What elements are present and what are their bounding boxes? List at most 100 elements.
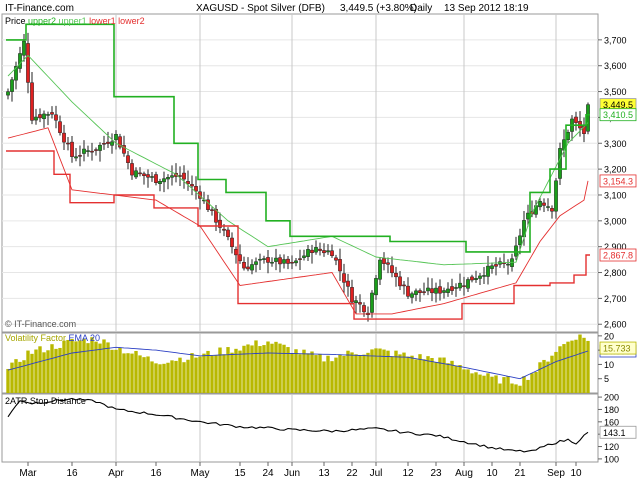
volatility-bar: [522, 376, 526, 393]
volatility-bar: [154, 363, 158, 393]
volatility-bar: [538, 362, 542, 393]
candle-bull: [162, 178, 166, 183]
candle-bear: [382, 258, 386, 264]
candle-bear: [394, 272, 398, 278]
volatility-bar: [46, 350, 50, 393]
candle-bear: [26, 43, 30, 83]
chart-root: 2,600 2,700 2,800 2,900 3,000 3,100 3,200 3,300…: [0, 0, 640, 480]
atr-pane: 100120140160180200143.1: [1, 393, 637, 464]
candle-bear: [62, 132, 66, 143]
volatility-bar: [106, 342, 110, 393]
timestamp-label: 13 Sep 2012 18:19: [444, 3, 529, 14]
volatility-bar: [446, 363, 450, 393]
candle-bear: [330, 250, 334, 256]
volatility-bar: [390, 356, 394, 393]
x-tick-label: 24: [262, 468, 274, 479]
chart-svg: 2,6002,7002,8002,9003,0003,1003,2003,300…: [1, 3, 637, 479]
candle-bear: [234, 248, 238, 256]
volatility-bar: [578, 334, 582, 393]
candle-bear: [494, 264, 498, 267]
candle-bull: [114, 134, 118, 141]
volatility-bar: [6, 368, 10, 393]
volatility-bar: [506, 376, 510, 393]
candle-bear: [346, 280, 350, 287]
candle-bear: [574, 116, 578, 123]
volatility-bar: [238, 350, 242, 393]
candle-bear: [182, 172, 186, 180]
volatility-bar: [410, 355, 414, 393]
volatility-bar: [70, 338, 74, 393]
candle-bear: [102, 143, 106, 145]
candle-bull: [466, 279, 470, 289]
candle-bear: [190, 184, 194, 187]
candle-bear: [322, 250, 326, 254]
volatility-bar: [274, 341, 278, 393]
price-tick-label: 3,300: [604, 139, 627, 149]
volatility-bar: [102, 339, 106, 393]
volatility-bar: [186, 359, 190, 393]
candle-bull: [566, 132, 570, 140]
volatility-bar: [194, 357, 198, 393]
volatility-bar: [62, 340, 66, 393]
candle-bear: [106, 141, 110, 144]
candle-bull: [326, 250, 330, 253]
candle-bull: [446, 288, 450, 293]
candle-bull: [586, 104, 590, 132]
volatility-bar: [250, 345, 254, 393]
candle-bear: [130, 163, 134, 176]
candle-bull: [302, 255, 306, 258]
volatility-bar: [262, 345, 266, 393]
candle-bear: [154, 174, 158, 183]
volatility-bar: [302, 349, 306, 393]
volatility-bar: [82, 338, 86, 393]
candle-bear: [222, 228, 226, 231]
candle-bull: [514, 245, 518, 257]
candle-bear: [290, 261, 294, 264]
candle-bull: [98, 144, 102, 151]
candle-bull: [22, 40, 26, 56]
volatility-bar: [170, 360, 174, 393]
candle-bear: [226, 229, 230, 237]
candle-bull: [10, 79, 14, 92]
candle-bear: [350, 287, 354, 303]
volatility-bar: [494, 375, 498, 393]
candle-bull: [474, 278, 478, 280]
volatility-bar: [206, 350, 210, 393]
atr-tick-label: 120: [604, 442, 619, 452]
candle-bear: [402, 284, 406, 287]
volatility-bar: [130, 353, 134, 393]
brand-label: IT-Finance.com: [5, 3, 74, 14]
volatility-bar: [374, 348, 378, 393]
volatility-bar: [326, 355, 330, 393]
volatility-bar: [266, 341, 270, 393]
volatility-bar: [426, 356, 430, 393]
x-tick-label: 23: [430, 468, 442, 479]
candle-bull: [294, 260, 298, 264]
volatility-bar: [58, 347, 62, 393]
candle-bull: [442, 290, 446, 293]
volatility-bar: [66, 339, 70, 393]
x-tick-label: 15: [234, 468, 246, 479]
candle-bear: [38, 114, 42, 119]
volatility-bar: [158, 364, 162, 393]
x-tick-label: Sep: [547, 468, 565, 479]
candle-bull: [314, 247, 318, 253]
price-tick-label: 2,700: [604, 294, 627, 304]
candle-bear: [238, 254, 242, 262]
volatility-bar: [366, 352, 370, 393]
volatility-bar: [294, 349, 298, 393]
volatility-bar: [342, 356, 346, 393]
x-tick-label: 21: [514, 468, 526, 479]
candle-bear: [194, 186, 198, 192]
volatility-bar: [406, 356, 410, 393]
volatility-bar: [214, 355, 218, 393]
candle-bull: [538, 200, 542, 208]
vol-tick-label: 20: [604, 331, 614, 341]
volatility-bar: [242, 345, 246, 393]
legend-volatility: Volatility Factor: [5, 333, 66, 343]
candle-bull: [262, 258, 266, 260]
candle-bear: [50, 112, 54, 115]
volatility-bar: [134, 350, 138, 393]
volatility-bar: [554, 351, 558, 393]
volatility-bar: [10, 362, 14, 393]
